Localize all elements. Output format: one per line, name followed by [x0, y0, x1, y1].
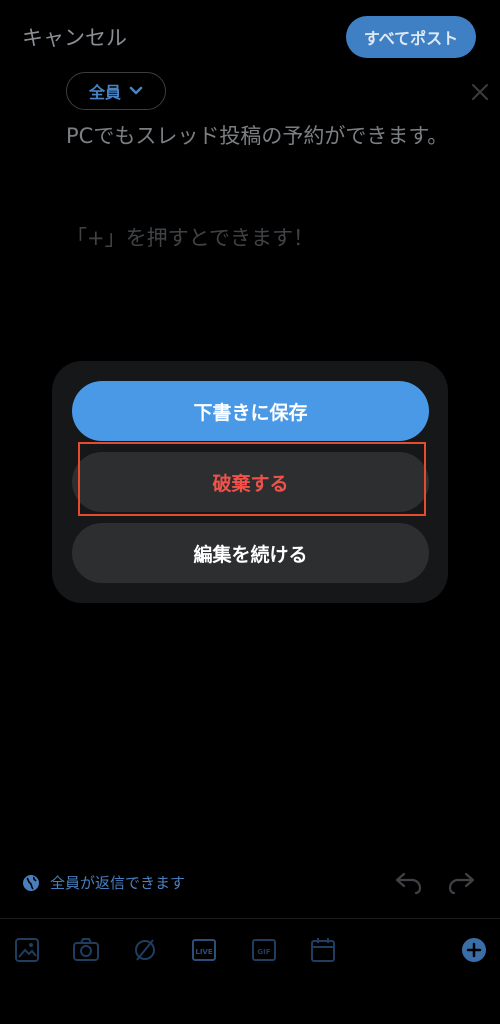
live-icon[interactable]: LIVE — [190, 936, 218, 964]
cancel-button[interactable]: キャンセル — [22, 22, 127, 52]
live-label: LIVE — [195, 948, 212, 956]
gif-label: GIF — [257, 948, 270, 956]
toolbar-divider — [0, 918, 500, 919]
discard-highlight-box — [78, 442, 426, 516]
redo-icon[interactable] — [446, 870, 476, 896]
globe-icon — [23, 874, 39, 891]
undo-icon[interactable] — [394, 870, 424, 896]
reply-setting[interactable]: 全員が返信できます — [22, 872, 185, 893]
no-image-icon[interactable] — [131, 936, 159, 964]
save-draft-button[interactable]: 下書きに保存 — [72, 381, 429, 441]
chevron-down-icon — [129, 86, 143, 95]
post-text[interactable]: PCでもスレッド投稿の予約ができます。 — [66, 122, 466, 151]
camera-icon[interactable] — [72, 936, 100, 964]
image-icon[interactable] — [13, 936, 41, 964]
continue-editing-button[interactable]: 編集を続ける — [72, 523, 429, 583]
calendar-icon[interactable] — [309, 936, 337, 964]
reply-setting-label: 全員が返信できます — [50, 874, 186, 892]
audience-selector[interactable]: 全員 — [66, 72, 166, 110]
audience-label: 全員 — [88, 83, 121, 102]
gif-icon[interactable]: GIF — [250, 936, 278, 964]
next-post-placeholder[interactable]: 「+」を押すとできます！ — [66, 222, 466, 252]
post-all-button[interactable]: すべてポスト — [346, 16, 476, 58]
close-icon[interactable] — [470, 82, 490, 102]
top-bar: キャンセル すべてポスト — [0, 0, 500, 72]
add-icon[interactable] — [460, 936, 488, 964]
